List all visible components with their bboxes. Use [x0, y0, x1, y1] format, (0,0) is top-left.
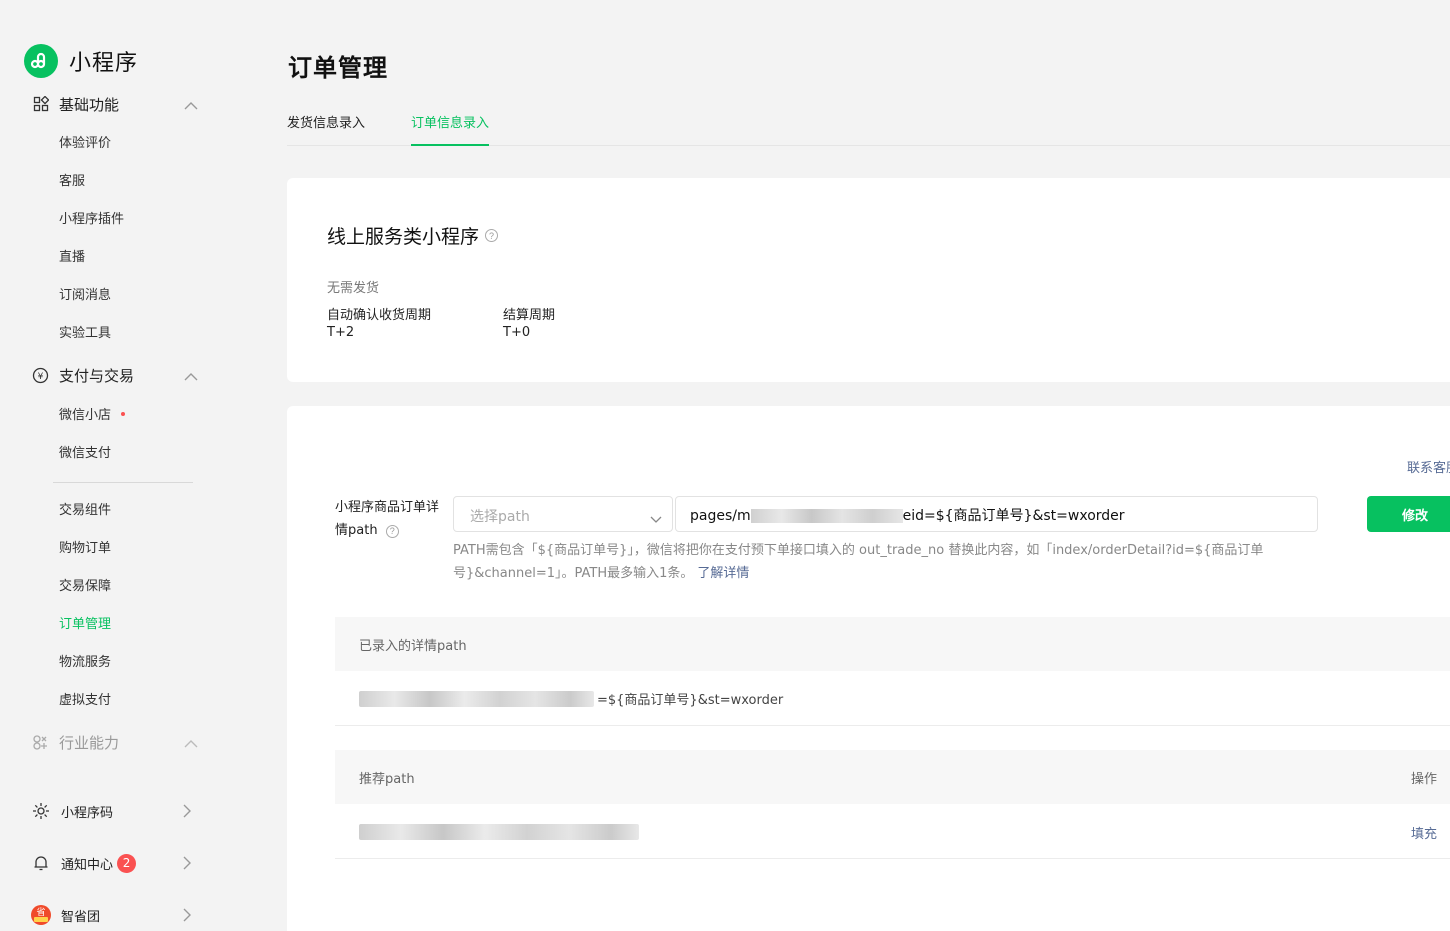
sidebar-item-wechat-pay[interactable]: 微信支付 — [59, 445, 111, 463]
sidebar-item-trade-guarantee[interactable]: 交易保障 — [59, 578, 111, 596]
path-input-prefix: pages/m — [690, 508, 751, 524]
recorded-path-suffix: =${商品订单号}&st=wxorder — [597, 693, 784, 708]
redacted-text — [359, 691, 594, 707]
settlement-label: 结算周期 — [503, 308, 556, 323]
tab-shipping-info[interactable]: 发货信息录入 — [287, 114, 365, 146]
qrcode-sun-icon — [30, 800, 52, 822]
sidebar-item-label: 微信小店 — [59, 408, 112, 423]
sidebar-item-logistics[interactable]: 物流服务 — [59, 654, 111, 672]
sidebar-group-label: 基础功能 — [59, 95, 120, 114]
sidebar-group-label: 支付与交易 — [59, 366, 135, 385]
recorded-paths-header-text: 已录入的详情path — [359, 639, 467, 654]
auto-confirm-value: T+2 — [327, 325, 355, 340]
chevron-down-icon — [650, 509, 662, 528]
path-input-suffix: eid=${商品订单号}&st=wxorder — [902, 508, 1125, 524]
sidebar-bottom-label: 通知中心 — [61, 857, 114, 873]
tab-bar: 发货信息录入 订单信息录入 — [287, 114, 1450, 146]
redacted-text — [359, 824, 639, 840]
path-input[interactable]: pages/m eid=${商品订单号}&st=wxorder — [675, 496, 1318, 532]
sidebar-item-experience-rating[interactable]: 体验评价 — [59, 135, 111, 153]
sidebar-item-plugins[interactable]: 小程序插件 — [59, 211, 124, 229]
learn-more-link[interactable]: 了解详情 — [697, 566, 749, 581]
sidebar-item-shopping-orders[interactable]: 购物订单 — [59, 540, 111, 558]
svg-text:省: 省 — [36, 906, 45, 918]
sidebar-bottom-label: 小程序码 — [61, 805, 114, 821]
sidebar-bottom-label: 智省团 — [61, 909, 101, 925]
sidebar-item-virtual-pay[interactable]: 虚拟支付 — [59, 692, 111, 710]
industry-icon — [32, 734, 49, 751]
zhishengtuan-logo-icon: 省 — [30, 904, 52, 926]
sidebar-zhishengtuan[interactable]: 省 智省团 — [30, 902, 196, 928]
brand-name: 小程序 — [69, 51, 139, 76]
table-row: 填充 — [335, 804, 1450, 859]
detail-path-label: 小程序商品订单详情path ? — [335, 496, 445, 542]
contact-support-link[interactable]: 联系客服 — [1407, 457, 1450, 476]
settlement-value: T+0 — [503, 325, 531, 340]
sidebar-divider — [53, 482, 193, 483]
sidebar-item-order-management[interactable]: 订单管理 — [59, 616, 111, 634]
miniprogram-logo-icon — [24, 44, 58, 78]
notification-count-badge: 2 — [117, 853, 137, 873]
chevron-up-icon — [184, 368, 198, 386]
sidebar-item-trade-component[interactable]: 交易组件 — [59, 502, 111, 520]
red-dot-icon — [121, 411, 126, 416]
redacted-text — [750, 509, 903, 523]
sidebar-item-lab-tools[interactable]: 实验工具 — [59, 325, 111, 343]
brand[interactable]: 小程序 — [24, 44, 138, 78]
modify-button[interactable]: 修改 — [1367, 496, 1450, 532]
sidebar-item-customer-service[interactable]: 客服 — [59, 173, 85, 191]
service-type-title-text: 线上服务类小程序 — [327, 226, 480, 248]
page-title: 订单管理 — [288, 54, 388, 82]
chevron-right-icon — [182, 804, 192, 822]
chevron-right-icon — [182, 908, 192, 926]
svg-text:¥: ¥ — [38, 372, 44, 382]
yuan-circle-icon: ¥ — [32, 367, 49, 384]
recommended-paths-header-text: 推荐path — [359, 772, 415, 787]
sidebar-qrcode[interactable]: 小程序码 — [30, 798, 196, 824]
tab-order-info[interactable]: 订单信息录入 — [411, 114, 490, 146]
bell-icon — [30, 852, 52, 874]
path-select-placeholder: 选择path — [470, 509, 530, 525]
chevron-up-icon — [184, 97, 198, 115]
path-config-card: 联系客服 小程序商品订单详情path ? 选择path pages/m eid=$… — [287, 406, 1450, 931]
service-type-card: 线上服务类小程序 ? 无需发货 自动确认收货周期 T+2 结算周期 T+0 — [287, 178, 1450, 382]
no-shipping-label: 无需发货 — [327, 281, 380, 296]
question-mark-icon[interactable]: ? — [485, 229, 499, 242]
auto-confirm-label: 自动确认收货周期 — [327, 308, 432, 323]
question-mark-icon[interactable]: ? — [385, 525, 399, 538]
sidebar-group-label: 行业能力 — [59, 733, 120, 752]
path-select[interactable]: 选择path — [453, 496, 673, 532]
recommended-paths-header: 推荐path 操作 — [335, 750, 1450, 804]
path-input-value: pages/m eid=${商品订单号}&st=wxorder — [690, 505, 1125, 525]
chevron-up-icon — [184, 735, 198, 753]
sidebar: 小程序 基础功能 体验评价 客服 小程序插件 直播 订阅消息 实验工具 ¥ 支付… — [0, 0, 232, 931]
chevron-right-icon — [182, 856, 192, 874]
sidebar-item-live[interactable]: 直播 — [59, 249, 85, 267]
sidebar-group-payment[interactable]: ¥ 支付与交易 — [32, 363, 202, 387]
service-type-title: 线上服务类小程序 ? — [327, 222, 499, 249]
table-row: =${商品订单号}&st=wxorder — [335, 671, 1450, 726]
operation-header: 操作 — [1411, 772, 1438, 787]
fill-link[interactable]: 填充 — [1411, 823, 1437, 842]
path-hint-text: PATH需包含「${商品订单号}」，微信将把你在支付预下单接口填入的 out_t… — [453, 543, 1264, 581]
path-hint: PATH需包含「${商品订单号}」，微信将把你在支付预下单接口填入的 out_t… — [453, 539, 1319, 585]
sidebar-group-basic[interactable]: 基础功能 — [32, 92, 202, 116]
sidebar-group-industry[interactable]: 行业能力 — [32, 730, 202, 754]
recorded-paths-header: 已录入的详情path — [335, 617, 1450, 671]
sidebar-item-subscribe-msg[interactable]: 订阅消息 — [59, 287, 111, 305]
grid-icon — [32, 96, 49, 113]
sidebar-item-wechat-shop[interactable]: 微信小店 — [59, 407, 126, 425]
sidebar-notifications[interactable]: 通知中心 2 — [30, 850, 196, 876]
